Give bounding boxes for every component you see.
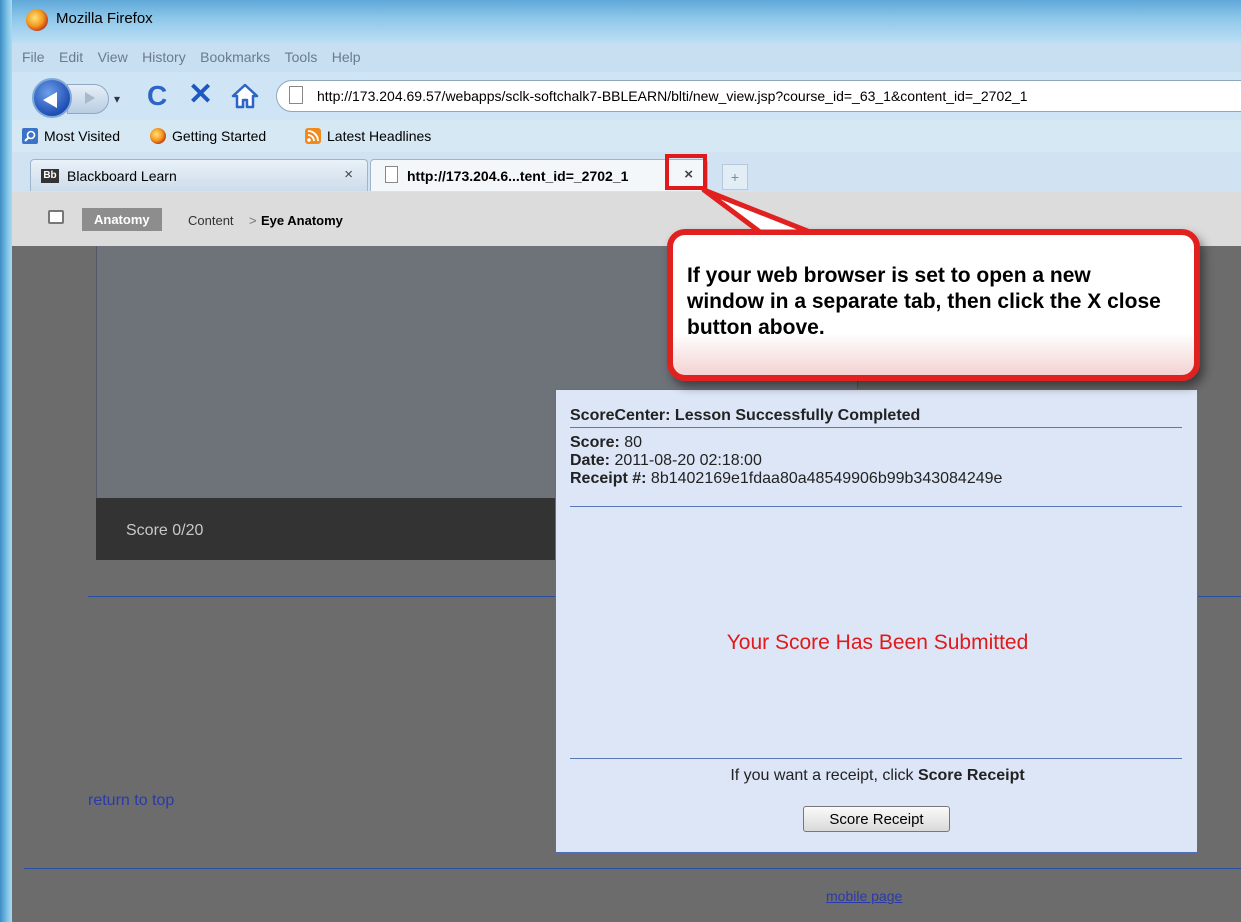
breadcrumb-current: Eye Anatomy	[261, 213, 343, 228]
reload-icon[interactable]: C	[147, 82, 167, 110]
menu-bar: File Edit View History Bookmarks Tools H…	[12, 44, 1241, 72]
bookmark-label: Latest Headlines	[327, 128, 432, 144]
breadcrumb-content-link[interactable]: Content	[188, 213, 234, 228]
bookmarks-toolbar: Most Visited Getting Started Latest Head…	[12, 120, 1241, 152]
forward-arrow-icon	[85, 92, 95, 104]
history-dropdown-icon[interactable]: ▾	[114, 92, 120, 106]
menu-view[interactable]: View	[98, 49, 128, 65]
callout-pointer	[701, 188, 813, 235]
bookmark-label: Getting Started	[172, 128, 267, 144]
quiz-score-label: Score 0/20	[126, 522, 204, 539]
score-row: Score: 80	[570, 434, 642, 452]
menu-help[interactable]: Help	[332, 49, 361, 65]
divider	[570, 758, 1182, 759]
receipt-value: 8b1402169e1fdaa80a48549906b99b343084249e	[650, 470, 1003, 487]
address-bar[interactable]: http://173.204.69.57/webapps/sclk-softch…	[276, 80, 1241, 112]
home-icon[interactable]	[230, 82, 260, 110]
score-receipt-button[interactable]: Score Receipt	[803, 806, 950, 832]
score-value: 80	[624, 434, 643, 451]
close-tab-highlight	[665, 154, 707, 190]
bookmark-getting-started[interactable]: Getting Started	[150, 128, 266, 144]
new-tab-button[interactable]: +	[722, 164, 748, 190]
search-icon	[22, 128, 38, 144]
navigation-toolbar: ▾ C ✕ http://173.204.69.57/webapps/sclk-…	[12, 72, 1241, 120]
menu-tools[interactable]: Tools	[285, 49, 318, 65]
menu-file[interactable]: File	[22, 49, 45, 65]
window-frame-left	[0, 0, 12, 922]
tab-blackboard-learn[interactable]: Bb Blackboard Learn ×	[30, 159, 368, 191]
score-center-title: ScoreCenter: Lesson Successfully Complet…	[570, 407, 921, 424]
window-title: Mozilla Firefox	[56, 10, 153, 27]
tab-label: http://173.204.6...tent_id=_2702_1	[407, 168, 629, 184]
firefox-icon	[150, 128, 166, 144]
page-icon	[289, 86, 303, 104]
instruction-callout: If your web browser is set to open a new…	[667, 229, 1200, 381]
divider	[24, 868, 1241, 869]
date-label: Date:	[570, 452, 611, 469]
menu-history[interactable]: History	[142, 49, 186, 65]
score-submitted-message: Your Score Has Been Submitted	[726, 631, 1029, 654]
back-button[interactable]	[32, 78, 72, 118]
receipt-row: Receipt #: 8b1402169e1fdaa80a48549906b99…	[570, 470, 1002, 488]
title-bar: Mozilla Firefox	[12, 0, 1241, 44]
receipt-label: Receipt #:	[570, 470, 647, 487]
firefox-logo-icon	[26, 9, 48, 31]
return-to-top-link[interactable]: return to top	[88, 792, 174, 810]
divider	[570, 427, 1182, 428]
url-text[interactable]: http://173.204.69.57/webapps/sclk-softch…	[317, 88, 1028, 104]
bookmark-label: Most Visited	[44, 128, 120, 144]
receipt-hint-bold: Score Receipt	[917, 767, 1025, 784]
receipt-hint: If you want a receipt, click Score Recei…	[556, 767, 1199, 785]
tab-content-page[interactable]: http://173.204.6...tent_id=_2702_1 ×	[370, 159, 708, 191]
date-value: 2011-08-20 02:18:00	[614, 452, 762, 469]
tab-close-icon[interactable]: ×	[344, 166, 353, 183]
date-row: Date: 2011-08-20 02:18:00	[570, 452, 762, 470]
mobile-page-link[interactable]: mobile page	[826, 888, 902, 904]
menu-bookmarks[interactable]: Bookmarks	[200, 49, 270, 65]
divider	[570, 506, 1182, 507]
menu-edit[interactable]: Edit	[59, 49, 83, 65]
window-toggle-icon[interactable]	[48, 210, 64, 224]
rss-feed-icon	[305, 128, 321, 144]
bookmark-most-visited[interactable]: Most Visited	[22, 128, 120, 144]
breadcrumb-separator: >	[249, 213, 257, 228]
course-button[interactable]: Anatomy	[82, 208, 162, 231]
score-label: Score:	[570, 434, 620, 451]
tab-bar: Bb Blackboard Learn × http://173.204.6..…	[12, 152, 1241, 193]
score-center-panel: ScoreCenter: Lesson Successfully Complet…	[555, 389, 1198, 853]
blackboard-icon: Bb	[41, 169, 59, 183]
receipt-hint-text: If you want a receipt, click	[730, 767, 914, 784]
bookmark-latest-headlines[interactable]: Latest Headlines	[305, 128, 431, 144]
stop-icon[interactable]: ✕	[188, 80, 213, 110]
tab-label: Blackboard Learn	[67, 168, 177, 184]
callout-text: If your web browser is set to open a new…	[687, 264, 1161, 339]
page-icon	[385, 166, 398, 183]
